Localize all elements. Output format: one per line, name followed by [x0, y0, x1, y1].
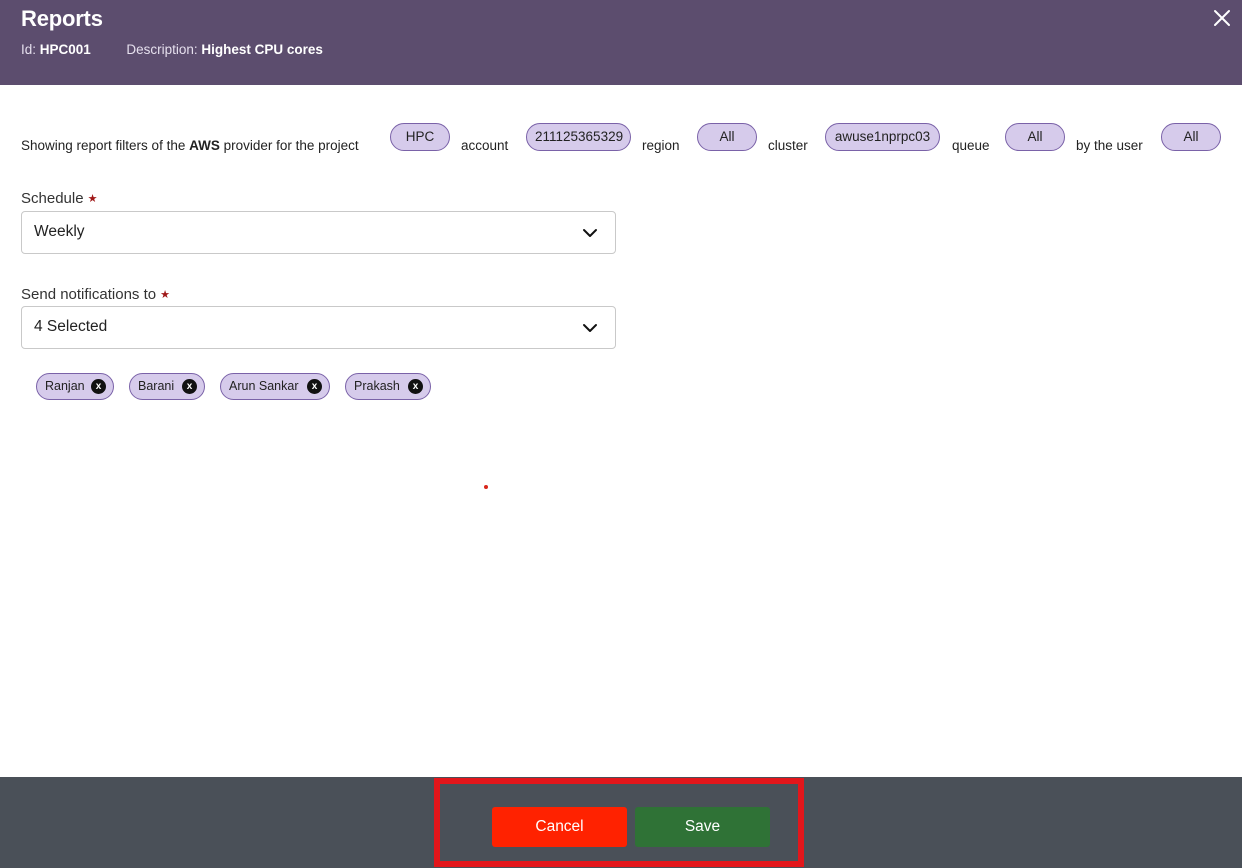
- filter-queue-label: queue: [952, 138, 990, 153]
- filter-user-pill: All: [1161, 123, 1221, 151]
- notifications-label: Send notifications to ★: [21, 286, 170, 303]
- remove-icon[interactable]: x: [408, 379, 423, 394]
- dialog-header: Reports Id: HPC001 Description: Highest …: [0, 0, 1242, 85]
- recipient-chip: Barani x: [129, 373, 205, 400]
- close-icon[interactable]: [1212, 8, 1232, 28]
- filter-region-pill: All: [697, 123, 757, 151]
- id-label: Id:: [21, 42, 37, 57]
- description-value: Highest CPU cores: [201, 42, 323, 57]
- schedule-label: Schedule ★: [21, 190, 98, 207]
- notifications-value: 4 Selected: [34, 318, 108, 335]
- description-label: Description:: [126, 42, 198, 57]
- recipient-chip: Ranjan x: [36, 373, 114, 400]
- schedule-select[interactable]: Weekly: [21, 211, 616, 254]
- remove-icon[interactable]: x: [307, 379, 322, 394]
- cursor-dot: [484, 485, 488, 489]
- required-star-icon: ★: [160, 289, 170, 301]
- notifications-select[interactable]: 4 Selected: [21, 306, 616, 349]
- cancel-button[interactable]: Cancel: [492, 807, 627, 847]
- filter-queue-pill: All: [1005, 123, 1065, 151]
- dialog-title: Reports: [21, 6, 103, 31]
- filter-cluster-label: cluster: [768, 138, 808, 153]
- filter-cluster-pill: awuse1nprpc03: [825, 123, 940, 151]
- schedule-value: Weekly: [34, 223, 85, 240]
- save-button[interactable]: Save: [635, 807, 770, 847]
- remove-icon[interactable]: x: [91, 379, 106, 394]
- filter-account-label: account: [461, 138, 509, 153]
- report-filters: Showing report filters of the AWS provid…: [21, 122, 1226, 153]
- required-star-icon: ★: [87, 193, 98, 205]
- provider-name: AWS: [189, 138, 220, 153]
- filter-region-label: region: [642, 138, 680, 153]
- recipient-chip: Arun Sankar x: [220, 373, 330, 400]
- report-meta: Id: HPC001 Description: Highest CPU core…: [21, 42, 323, 57]
- chevron-down-icon: [582, 225, 598, 241]
- id-value: HPC001: [39, 42, 91, 57]
- remove-icon[interactable]: x: [182, 379, 197, 394]
- filter-user-label: by the user: [1076, 138, 1143, 153]
- recipient-chip: Prakash x: [345, 373, 431, 400]
- filters-lead-text: Showing report filters of the AWS provid…: [21, 138, 359, 153]
- filter-account-pill: 211125365329: [526, 123, 631, 151]
- chevron-down-icon: [582, 320, 598, 336]
- filter-project-pill: HPC: [390, 123, 450, 151]
